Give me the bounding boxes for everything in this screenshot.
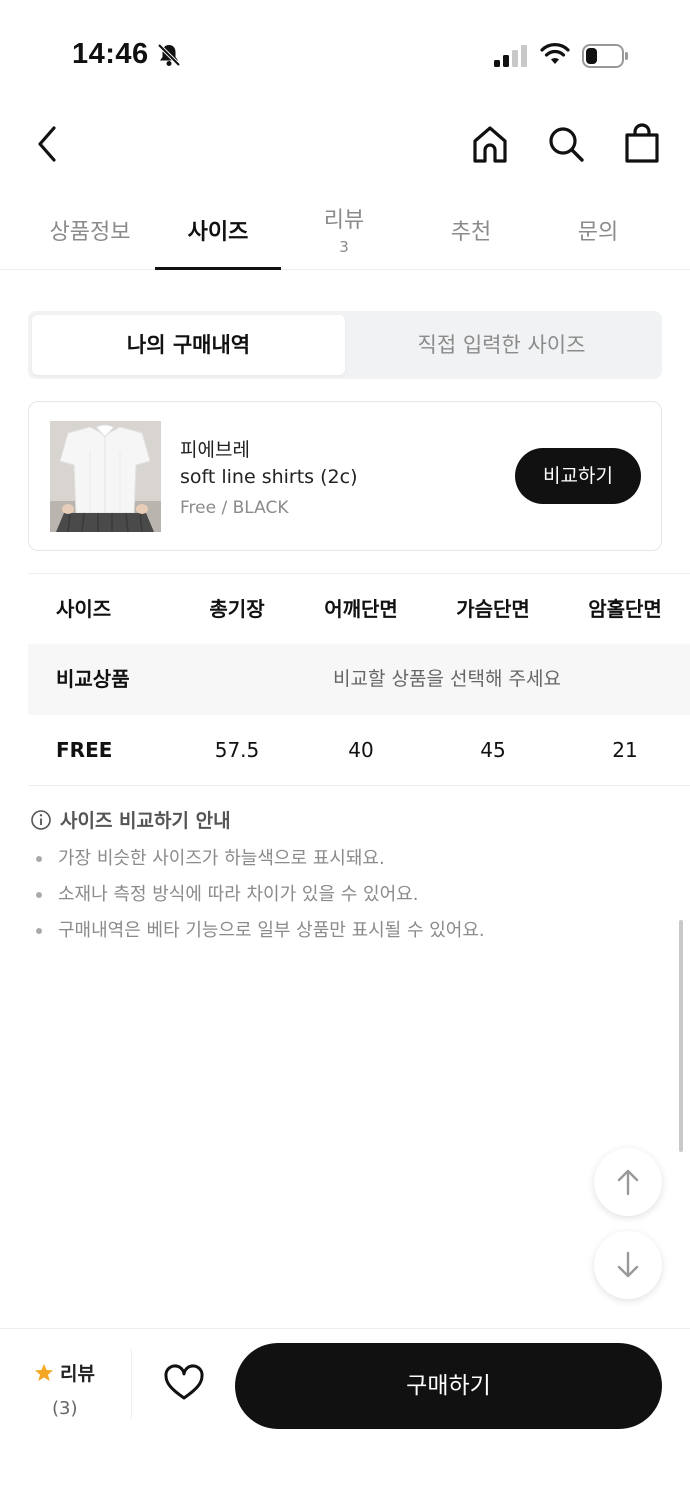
review-count: (3) xyxy=(52,1398,78,1419)
table-header-row: 사이즈 총기장 어깨단면 가슴단면 암홀단면 xyxy=(28,573,690,644)
product-thumbnail xyxy=(50,421,161,532)
table-cell-size: FREE xyxy=(56,738,113,762)
header xyxy=(0,100,690,190)
compare-row: 비교상품 비교할 상품을 선택해 주세요 xyxy=(28,644,690,715)
scrollbar[interactable] xyxy=(679,920,683,1152)
product-brand: 피에브레 xyxy=(180,439,250,461)
guide-item: 구매내역은 베타 기능으로 일부 상품만 표시될 수 있어요. xyxy=(30,919,650,955)
product-option: Free / BLACK xyxy=(180,498,289,518)
review-label: 리뷰 xyxy=(60,1363,95,1385)
status-time: 14:46 xyxy=(72,38,149,70)
bag-icon[interactable] xyxy=(624,122,660,164)
tab-recommend[interactable]: 추천 xyxy=(408,198,534,270)
arrow-down-icon xyxy=(617,1251,639,1278)
segment-manual-size[interactable]: 직접 입력한 사이즈 xyxy=(345,315,658,375)
table-cell: 40 xyxy=(348,738,374,762)
table-row: FREE 57.5 40 45 21 xyxy=(28,715,690,786)
size-compare-guide: 사이즈 비교하기 안내 가장 비슷한 사이즈가 하늘색으로 표시돼요. 소재나 … xyxy=(30,806,650,955)
compare-placeholder: 비교할 상품을 선택해 주세요 xyxy=(333,668,561,690)
guide-title-row: 사이즈 비교하기 안내 xyxy=(30,806,650,833)
guide-item: 가장 비슷한 사이즈가 하늘색으로 표시돼요. xyxy=(30,847,650,883)
tab-label: 추천 xyxy=(450,220,492,245)
star-icon xyxy=(35,1363,53,1381)
tab-product-info[interactable]: 상품정보 xyxy=(27,198,153,270)
bottom-action-bar: 리뷰 (3) 구매하기 xyxy=(0,1328,690,1500)
wifi-icon xyxy=(540,43,570,64)
divider xyxy=(131,1349,132,1419)
table-header-cell: 사이즈 xyxy=(56,597,112,621)
tab-label: 문의 xyxy=(577,220,619,245)
signal-icon xyxy=(494,45,527,67)
table-cell: 45 xyxy=(480,738,506,762)
scroll-bottom-button[interactable] xyxy=(594,1231,662,1299)
size-source-toggle: 나의 구매내역 직접 입력한 사이즈 xyxy=(28,311,662,379)
tab-label: 사이즈 xyxy=(187,220,249,245)
heart-icon[interactable] xyxy=(163,1364,205,1402)
tab-review-count: 3 xyxy=(339,238,349,256)
segment-my-purchases[interactable]: 나의 구매내역 xyxy=(32,315,345,375)
compare-row-label: 비교상품 xyxy=(56,667,130,691)
battery-icon xyxy=(582,44,628,68)
bell-slash-icon xyxy=(157,43,181,67)
table-header-cell: 총기장 xyxy=(209,597,265,621)
size-table: 사이즈 총기장 어깨단면 가슴단면 암홀단면 비교상품 비교할 상품을 선택해 … xyxy=(28,573,690,786)
tab-review[interactable]: 리뷰 3 xyxy=(281,198,407,270)
guide-title: 사이즈 비교하기 안내 xyxy=(60,810,231,832)
tab-label: 상품정보 xyxy=(49,220,131,245)
tab-inquiry[interactable]: 문의 xyxy=(535,198,661,270)
tab-bar: 상품정보 사이즈 리뷰 3 추천 문의 xyxy=(0,198,690,270)
scroll-top-button[interactable] xyxy=(594,1148,662,1216)
search-icon[interactable] xyxy=(546,124,586,164)
table-header-cell: 가슴단면 xyxy=(456,597,530,621)
review-summary[interactable]: 리뷰 (3) xyxy=(34,1359,104,1419)
guide-list: 가장 비슷한 사이즈가 하늘색으로 표시돼요. 소재나 측정 방식에 따라 차이… xyxy=(30,847,650,955)
info-icon xyxy=(31,809,51,830)
tab-size[interactable]: 사이즈 xyxy=(155,198,281,270)
arrow-up-icon xyxy=(617,1169,639,1196)
product-name: soft line shirts (2c) xyxy=(180,466,358,488)
tab-label: 리뷰 xyxy=(323,208,365,233)
buy-button[interactable]: 구매하기 xyxy=(235,1343,662,1429)
back-icon[interactable] xyxy=(30,124,64,164)
purchased-product-card: 피에브레 soft line shirts (2c) Free / BLACK … xyxy=(28,401,662,551)
status-bar: 14:46 xyxy=(0,0,690,100)
compare-button[interactable]: 비교하기 xyxy=(515,448,641,504)
home-icon[interactable] xyxy=(472,124,508,164)
table-header-cell: 어깨단면 xyxy=(324,597,398,621)
table-cell: 21 xyxy=(612,738,638,762)
table-header-cell: 암홀단면 xyxy=(588,597,662,621)
guide-item: 소재나 측정 방식에 따라 차이가 있을 수 있어요. xyxy=(30,883,650,919)
table-cell: 57.5 xyxy=(214,738,260,762)
review-summary-top: 리뷰 xyxy=(34,1359,104,1386)
